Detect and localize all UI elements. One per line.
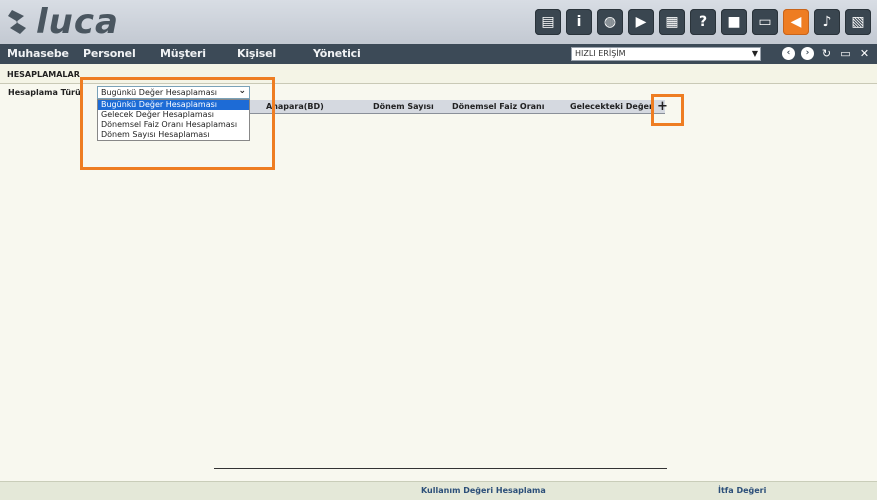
video-icon[interactable]: ■: [721, 9, 747, 35]
megaphone-icon[interactable]: ◀: [783, 9, 809, 35]
nav-muhasebe[interactable]: Muhasebe: [7, 44, 69, 64]
refresh-icon[interactable]: ↻: [820, 47, 833, 60]
header-faiz-orani: Dönemsel Faiz Oranı: [452, 102, 545, 111]
maximize-icon[interactable]: ▭: [839, 47, 852, 60]
top-header: luca ▤ i ◍ ▶ ▦ ? ■ ▭ ◀ ♪ ▧: [0, 0, 877, 44]
nav-icons: ‹ › ↻ ▭ ✕: [782, 47, 871, 60]
nav-yonetici[interactable]: Yönetici: [313, 44, 361, 64]
footer-bar: Kullanım Değeri Hesaplama İtfa Değeri: [0, 481, 877, 500]
divider-line: [214, 468, 667, 469]
nav-personel[interactable]: Personel: [83, 44, 136, 64]
calculation-type-label: Hesaplama Türü: [8, 88, 81, 97]
notebook-icon[interactable]: ▧: [845, 9, 871, 35]
highlight-box-dropdown: [80, 77, 275, 170]
header-donem-sayisi: Dönem Sayısı: [373, 102, 434, 111]
youtube-icon[interactable]: ▶: [628, 9, 654, 35]
section-title: HESAPLAMALAR: [7, 70, 80, 79]
info-icon[interactable]: i: [566, 9, 592, 35]
luca-logo[interactable]: luca: [6, 4, 119, 40]
nav-musteri[interactable]: Müşteri: [160, 44, 206, 64]
help-icon[interactable]: ?: [690, 9, 716, 35]
highlight-box-add: [651, 94, 684, 126]
globe-icon[interactable]: ◍: [597, 9, 623, 35]
calculator-icon[interactable]: ▦: [659, 9, 685, 35]
table-header: Anapara(BD) Dönem Sayısı Dönemsel Faiz O…: [240, 100, 665, 114]
header-gelecekteki-deger: Gelecekteki Değer: [570, 102, 653, 111]
bell-icon[interactable]: ♪: [814, 9, 840, 35]
footer-link-kullanim-degeri[interactable]: Kullanım Değeri Hesaplama: [421, 486, 546, 495]
back-icon[interactable]: ‹: [782, 47, 795, 60]
quick-access-label: HIZLI ERİŞİM: [575, 49, 626, 58]
book-icon[interactable]: ▤: [535, 9, 561, 35]
forward-icon[interactable]: ›: [801, 47, 814, 60]
main-nav: Muhasebe Personel Müşteri Kişisel Yöneti…: [0, 44, 877, 64]
close-icon[interactable]: ✕: [858, 47, 871, 60]
quick-access-select[interactable]: HIZLI ERİŞİM ▼: [571, 47, 761, 61]
logo-mark-icon: [8, 10, 26, 34]
nav-kisisel[interactable]: Kişisel: [237, 44, 276, 64]
footer-link-itfa-degeri[interactable]: İtfa Değeri: [718, 486, 766, 495]
monitor-icon[interactable]: ▭: [752, 9, 778, 35]
logo-text: luca: [36, 2, 119, 42]
toolbar-icons: ▤ i ◍ ▶ ▦ ? ■ ▭ ◀ ♪ ▧: [535, 9, 871, 35]
chevron-down-icon: ▼: [751, 49, 758, 58]
